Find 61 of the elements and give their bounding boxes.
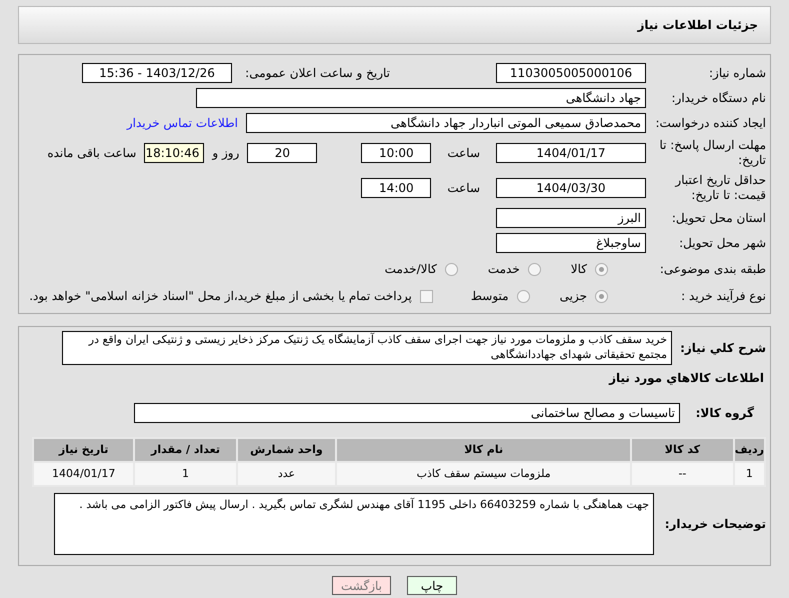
field-label: استان محل تحویل: — [670, 210, 766, 226]
table-cell: 1 — [134, 462, 237, 486]
print-button[interactable]: چاپ — [407, 576, 457, 595]
column-header: واحد شمارش — [236, 438, 336, 462]
text-field[interactable]: البرز — [496, 208, 646, 228]
field-label: شرح کلي نياز: — [680, 340, 766, 357]
table-cell: 1 — [734, 462, 765, 486]
checkbox[interactable] — [420, 290, 433, 302]
label-text: ساعت باقی مانده — [47, 145, 136, 162]
table-cell: -- — [631, 462, 734, 486]
radio-button[interactable] — [528, 262, 541, 276]
table-cell: 1404/01/17 — [33, 462, 134, 486]
radio-label: کالا/خدمت — [384, 261, 437, 278]
field-label: تاریخ و ساعت اعلان عمومی: — [244, 66, 390, 80]
text-field[interactable]: جهاد دانشگاهی — [196, 88, 646, 108]
field-label: شهر محل تحویل: — [678, 236, 766, 250]
table-cell: ملزومات سیستم سقف کاذب — [336, 462, 632, 486]
radio-button[interactable] — [595, 290, 608, 302]
column-header: کد کالا — [631, 438, 734, 462]
field-label: شماره نیاز: — [708, 66, 766, 80]
radio-button[interactable] — [595, 262, 608, 276]
field-label: ایجاد کننده درخواست: — [654, 116, 766, 130]
field-label: توضیحات خریدار: — [664, 516, 766, 533]
countdown-field[interactable]: 18:10:46 — [144, 143, 204, 163]
goods-group-field[interactable]: تاسیسات و مصالح ساختمانی — [134, 403, 680, 423]
text-field[interactable]: 14:00 — [361, 178, 432, 198]
text-field[interactable]: 1403/12/26 - 15:36 — [82, 63, 232, 83]
label-text: ساعت — [447, 145, 480, 162]
radio-button[interactable] — [516, 290, 530, 302]
field-label: نوع فرآیند خرید : — [680, 288, 766, 304]
radio-label: خدمت — [488, 261, 520, 278]
text-field[interactable]: ساوجبلاغ — [496, 233, 646, 253]
text-field[interactable]: محمدصادق سمیعی الموتی انباردار جهاد دانشگاهی — [246, 113, 646, 133]
contact-link[interactable]: اطلاعات تماس خریدار — [126, 114, 238, 132]
text-field[interactable]: 20 — [247, 143, 318, 163]
text-field[interactable]: 1404/01/17 — [496, 143, 646, 163]
text-field[interactable]: 1103005005000106 — [496, 63, 646, 83]
column-header: ردیف — [734, 438, 765, 462]
field-label: گروه کالا: — [694, 405, 755, 422]
radio-label: کالا — [570, 261, 587, 278]
column-header: تاریخ نیاز — [33, 438, 134, 462]
back-button[interactable]: بازگشت — [332, 576, 391, 595]
description-box[interactable]: خرید سقف کاذب و ملزومات مورد نیاز جهت اجرای سقف کاذب آزمایشگاه یک ژنتیک مرکز ذخایر زیستی و ژنتیکی ایران واقع در مجتمع تحقیقاتی شهدای جهاددانشگاهی — [62, 331, 672, 365]
label-text: ساعت — [447, 180, 480, 197]
radio-button[interactable] — [444, 262, 458, 276]
radio-label: جزیی — [560, 288, 587, 305]
page-header: جزئیات اطلاعات نیاز — [18, 6, 771, 44]
table-cell: عدد — [236, 462, 336, 486]
notes-box[interactable]: جهت هماهنگی با شماره 66403259 داخلی 1195 آقای مهندس لشگری تماس بگیرید . ارسال پیش فاکتور الزامی می باشد . — [54, 493, 654, 555]
text-field[interactable]: 10:00 — [361, 143, 432, 163]
field-label: طبقه بندی موضوعی: — [658, 262, 766, 276]
text-field[interactable]: 1404/03/30 — [496, 178, 646, 198]
radio-label: متوسط — [470, 288, 509, 305]
field-label: نام دستگاه خریدار: — [670, 90, 766, 106]
column-header: تعداد / مقدار — [134, 438, 237, 462]
column-header: نام کالا — [336, 438, 632, 462]
field-label: حداقل تاریخ اعتبار قیمت: تا تاریخ: — [674, 173, 766, 203]
section-title: اطلاعات کالاهاي مورد نياز — [608, 370, 764, 387]
label-text: روز و — [212, 145, 240, 162]
checkbox-label: پرداخت تمام یا بخشی از مبلغ خرید،از محل "اسناد خزانه اسلامی" خواهد بود. — [29, 288, 412, 305]
field-label: مهلت ارسال پاسخ: تا تاریخ: — [658, 138, 766, 168]
